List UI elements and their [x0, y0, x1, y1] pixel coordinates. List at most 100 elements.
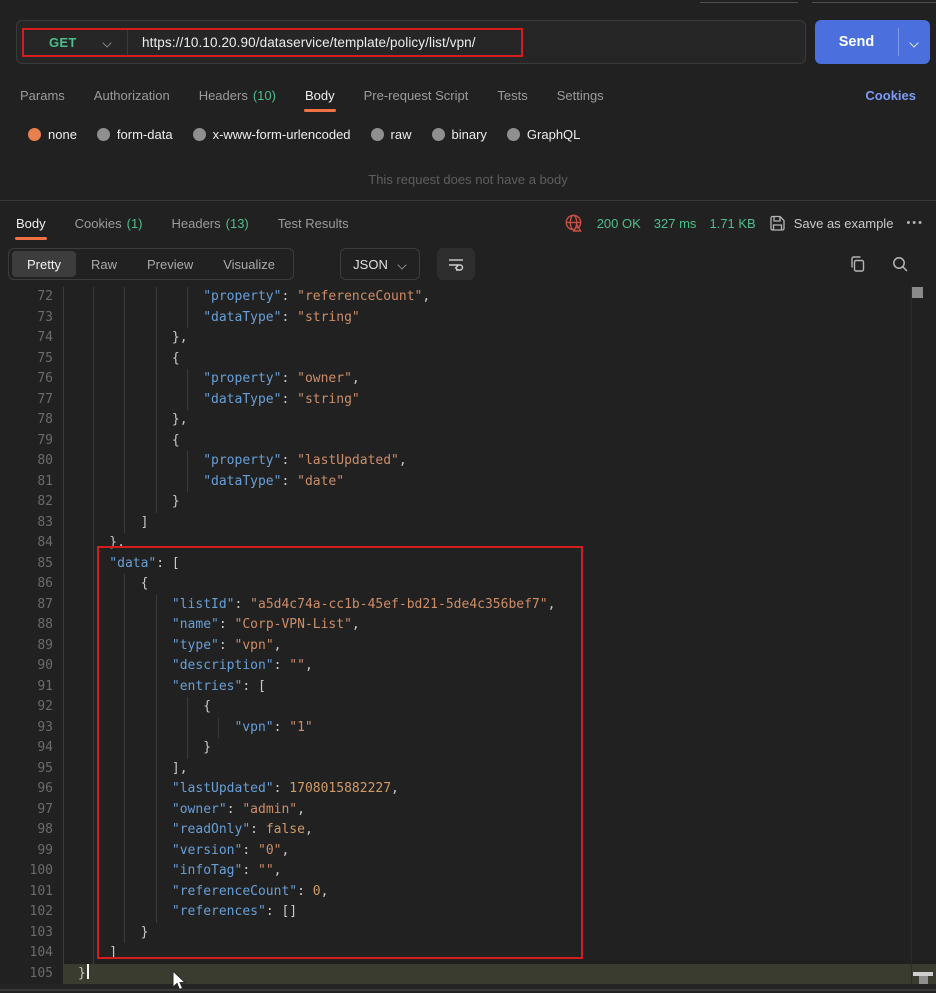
indent-guide [141, 656, 172, 677]
response-tab-test-results[interactable]: Test Results [278, 206, 349, 240]
method-dropdown[interactable]: GET [17, 35, 127, 50]
code-line-content: { [63, 349, 936, 370]
indent-guide [109, 328, 140, 349]
token-key: "name" [172, 615, 219, 636]
token-string: "referenceCount" [297, 287, 422, 308]
request-tab-authorization[interactable]: Authorization [94, 78, 170, 112]
indent-guide [78, 882, 109, 903]
token-punctuation: , [352, 369, 360, 390]
indent-guide [78, 492, 109, 513]
view-tab-visualize[interactable]: Visualize [208, 251, 290, 277]
code-line-content: { [63, 574, 936, 595]
token-key: "dataType" [203, 308, 281, 329]
view-tab-raw[interactable]: Raw [76, 251, 132, 277]
indent-guide [109, 349, 140, 370]
status-badge[interactable]: 200 OK [597, 216, 641, 231]
response-tab-headers[interactable]: Headers(13) [172, 206, 249, 240]
indent-guide [78, 943, 109, 964]
indent-guide [78, 861, 109, 882]
cookies-link[interactable]: Cookies [865, 78, 916, 112]
token-string: "date" [297, 472, 344, 493]
more-options-icon[interactable]: ••• [906, 217, 924, 229]
token-number: 1708015882227 [289, 779, 391, 800]
request-tab-tests[interactable]: Tests [497, 78, 527, 112]
request-tab-params[interactable]: Params [20, 78, 65, 112]
indent-guide [109, 923, 140, 944]
indent-guide [78, 595, 109, 616]
code-line: 86 { [0, 574, 936, 595]
token-punctuation: : [227, 800, 243, 821]
horizontal-scrollbar[interactable] [0, 984, 936, 992]
response-tab-cookies[interactable]: Cookies(1) [75, 206, 143, 240]
code-line-content: } [63, 738, 936, 759]
token-punctuation: : [274, 718, 290, 739]
line-number: 86 [0, 574, 53, 595]
token-punctuation: } [203, 738, 211, 759]
response-time[interactable]: 327 ms [654, 216, 697, 231]
chevron-down-icon [398, 260, 407, 269]
token-key: "dataType" [203, 472, 281, 493]
view-tab-preview[interactable]: Preview [132, 251, 208, 277]
indent-guide [172, 738, 203, 759]
body-type-raw[interactable]: raw [371, 127, 412, 142]
code-line-content: }, [63, 410, 936, 431]
line-number: 94 [0, 738, 53, 759]
indent-guide [109, 615, 140, 636]
copy-icon[interactable] [849, 255, 867, 273]
send-options-caret[interactable] [899, 20, 930, 64]
code-line-content: "property": "owner", [63, 369, 936, 390]
method-url-divider [127, 29, 128, 55]
token-punctuation: }, [109, 533, 125, 554]
text-cursor [87, 964, 89, 979]
body-type-options: none form-data x-www-form-urlencoded raw bin… [28, 120, 580, 148]
indent-guide [109, 390, 140, 411]
body-type-none[interactable]: none [28, 127, 77, 142]
radio-label: binary [452, 127, 487, 142]
body-type-graphql[interactable]: GraphQL [507, 127, 580, 142]
response-body-json[interactable]: 72"property": "referenceCount",73"dataTy… [0, 287, 936, 984]
indent-guide [78, 902, 109, 923]
request-tab-pre-request-script[interactable]: Pre-request Script [364, 78, 469, 112]
request-tab-body[interactable]: Body [305, 78, 335, 112]
indent-guide [141, 369, 172, 390]
radio-label: GraphQL [527, 127, 580, 142]
wrap-text-button[interactable] [437, 248, 475, 280]
request-url-bar: GET https://10.10.20.90/dataservice/temp… [16, 20, 806, 64]
token-key: "readOnly" [172, 820, 250, 841]
indent-guide [78, 738, 109, 759]
body-type-x-www-form-urlencoded[interactable]: x-www-form-urlencoded [193, 127, 351, 142]
line-number: 77 [0, 390, 53, 411]
code-line: 73"dataType": "string" [0, 308, 936, 329]
search-icon[interactable] [891, 255, 909, 273]
format-dropdown[interactable]: JSON [340, 248, 420, 280]
code-line-content: "dataType": "string" [63, 308, 936, 329]
code-line-content: "listId": "a5d4c74a-cc1b-45ef-bd21-5de4c… [63, 595, 936, 616]
code-line-content: } [63, 964, 936, 985]
code-line: 80"property": "lastUpdated", [0, 451, 936, 472]
token-key: "infoTag" [172, 861, 242, 882]
indent-guide [78, 410, 109, 431]
indent-guide [172, 451, 203, 472]
response-size[interactable]: 1.71 KB [709, 216, 755, 231]
scrollbar-thumb[interactable] [912, 287, 923, 298]
request-tab-settings[interactable]: Settings [557, 78, 604, 112]
token-string: "string" [297, 390, 360, 411]
code-line: 84}, [0, 533, 936, 554]
view-tab-pretty[interactable]: Pretty [12, 251, 76, 277]
indent-guide [203, 718, 234, 739]
line-number: 85 [0, 554, 53, 575]
token-number: 0 [313, 882, 321, 903]
tab-label: Cookies [75, 216, 122, 231]
token-key: "references" [172, 902, 266, 923]
request-tab-headers[interactable]: Headers(10) [199, 78, 276, 112]
url-input[interactable]: https://10.10.20.90/dataservice/template… [142, 35, 476, 50]
save-as-example-button[interactable]: Save as example [769, 215, 894, 232]
body-type-binary[interactable]: binary [432, 127, 487, 142]
send-button[interactable]: Send [815, 20, 930, 64]
code-line-content: }, [63, 533, 936, 554]
token-punctuation: : [235, 595, 251, 616]
indent-guide [109, 677, 140, 698]
body-type-form-data[interactable]: form-data [97, 127, 173, 142]
response-tab-body[interactable]: Body [16, 206, 46, 240]
code-line: 85"data": [ [0, 554, 936, 575]
